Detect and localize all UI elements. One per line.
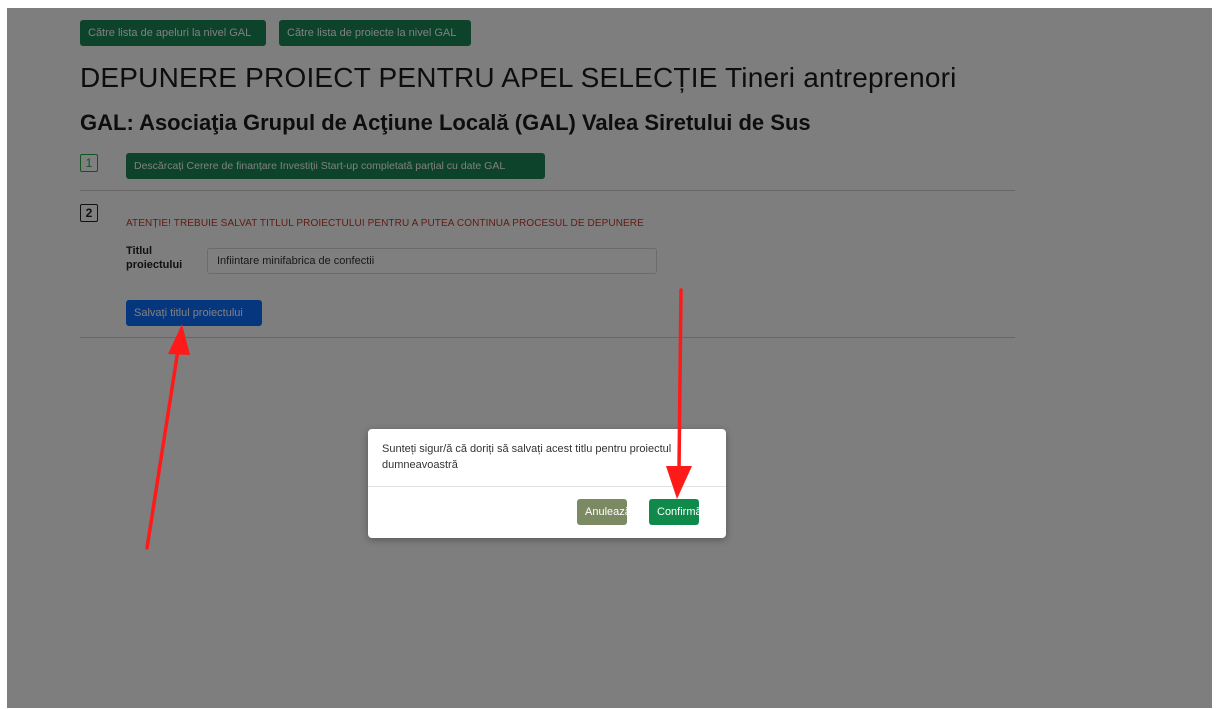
- dialog-message: Sunteți sigur/ă că doriți să salvați ace…: [382, 443, 672, 471]
- page: Către lista de apeluri la nivel GAL Cătr…: [7, 8, 1212, 708]
- dialog-divider: [368, 486, 726, 487]
- confirm-dialog: Sunteți sigur/ă că doriți să salvați ace…: [368, 429, 726, 538]
- confirm-button[interactable]: Confirmă: [649, 499, 702, 525]
- cancel-button[interactable]: Anulează: [577, 499, 631, 525]
- modal-backdrop[interactable]: [7, 8, 1212, 708]
